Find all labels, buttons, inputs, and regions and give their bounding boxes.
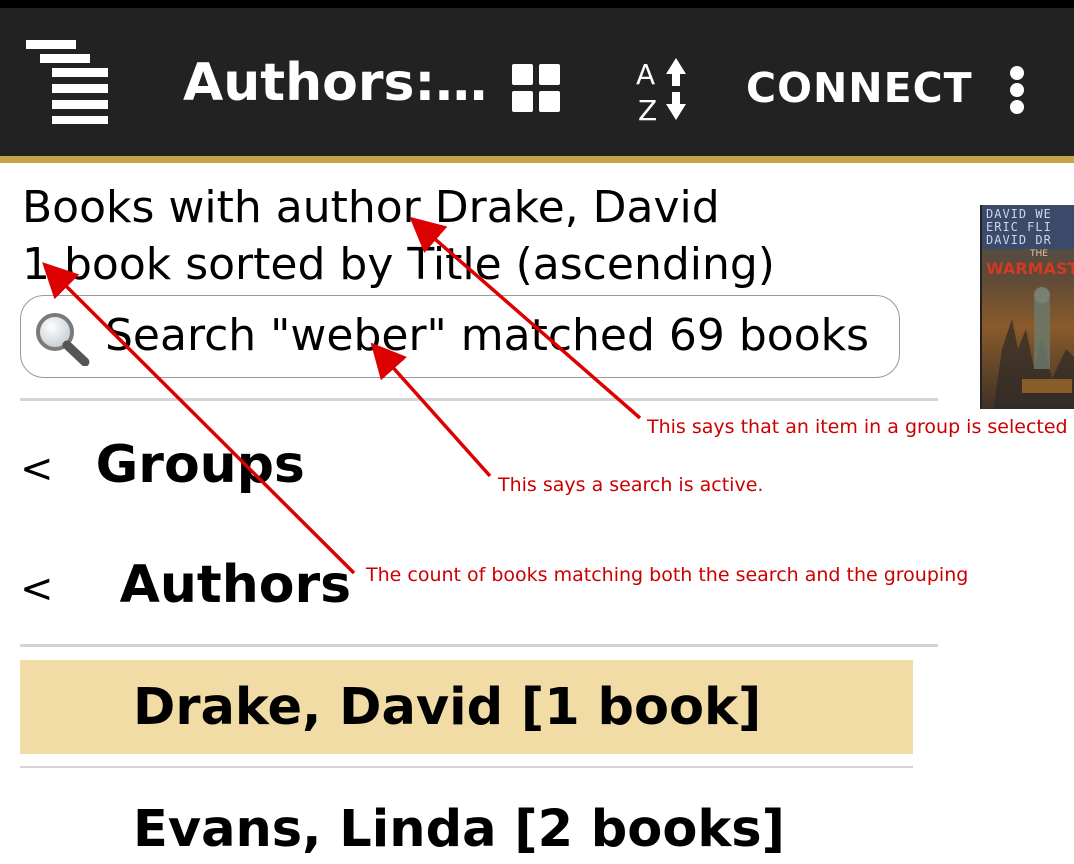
chevron-left-icon: < bbox=[20, 566, 54, 612]
sort-az-icon[interactable]: A Z bbox=[634, 56, 694, 127]
groups-label: Groups bbox=[95, 435, 305, 495]
divider bbox=[20, 398, 938, 401]
connect-button[interactable]: CONNECT bbox=[746, 62, 973, 114]
header-author-line: Books with author Drake, David bbox=[22, 182, 720, 233]
search-icon bbox=[36, 313, 90, 366]
app-toolbar: Authors:… A Z CONNECT bbox=[0, 8, 1074, 163]
menu-icon[interactable] bbox=[26, 40, 108, 124]
cover-author-line: DAVID DR bbox=[986, 233, 1052, 247]
search-status-text: Search "weber" matched 69 books bbox=[105, 310, 870, 361]
authors-label: Authors bbox=[119, 555, 352, 615]
list-item-label[interactable]: Evans, Linda [2 books] bbox=[133, 800, 785, 860]
annotation-search-active: This says a search is active. bbox=[498, 474, 764, 496]
sort-letter-a: A bbox=[636, 58, 655, 91]
header-count-line: 1 book sorted by Title (ascending) bbox=[22, 239, 775, 290]
divider bbox=[20, 766, 913, 768]
toolbar-title: Authors:… bbox=[183, 53, 488, 113]
cover-title: WARMAST bbox=[986, 259, 1074, 278]
cover-the: THE bbox=[1030, 249, 1048, 259]
sort-letter-z: Z bbox=[638, 94, 657, 122]
authors-back-row[interactable]: < Authors bbox=[20, 554, 351, 620]
cover-art bbox=[993, 287, 1074, 409]
grid-view-icon[interactable] bbox=[512, 64, 560, 112]
overflow-menu-icon[interactable] bbox=[1008, 66, 1026, 114]
book-cover-thumbnail[interactable]: DAVID WE ERIC FLI DAVID DR THE WARMAST bbox=[980, 205, 1074, 409]
search-field[interactable]: Search "weber" matched 69 books bbox=[20, 295, 900, 378]
annotation-book-count: The count of books matching both the sea… bbox=[366, 564, 969, 586]
status-bar bbox=[0, 0, 1074, 8]
list-item-label[interactable]: Drake, David [1 book] bbox=[133, 678, 761, 738]
annotation-selected-item: This says that an item in a group is sel… bbox=[647, 416, 1068, 438]
groups-back-row[interactable]: < Groups bbox=[20, 434, 305, 500]
chevron-left-icon: < bbox=[20, 446, 54, 492]
divider bbox=[20, 644, 938, 647]
